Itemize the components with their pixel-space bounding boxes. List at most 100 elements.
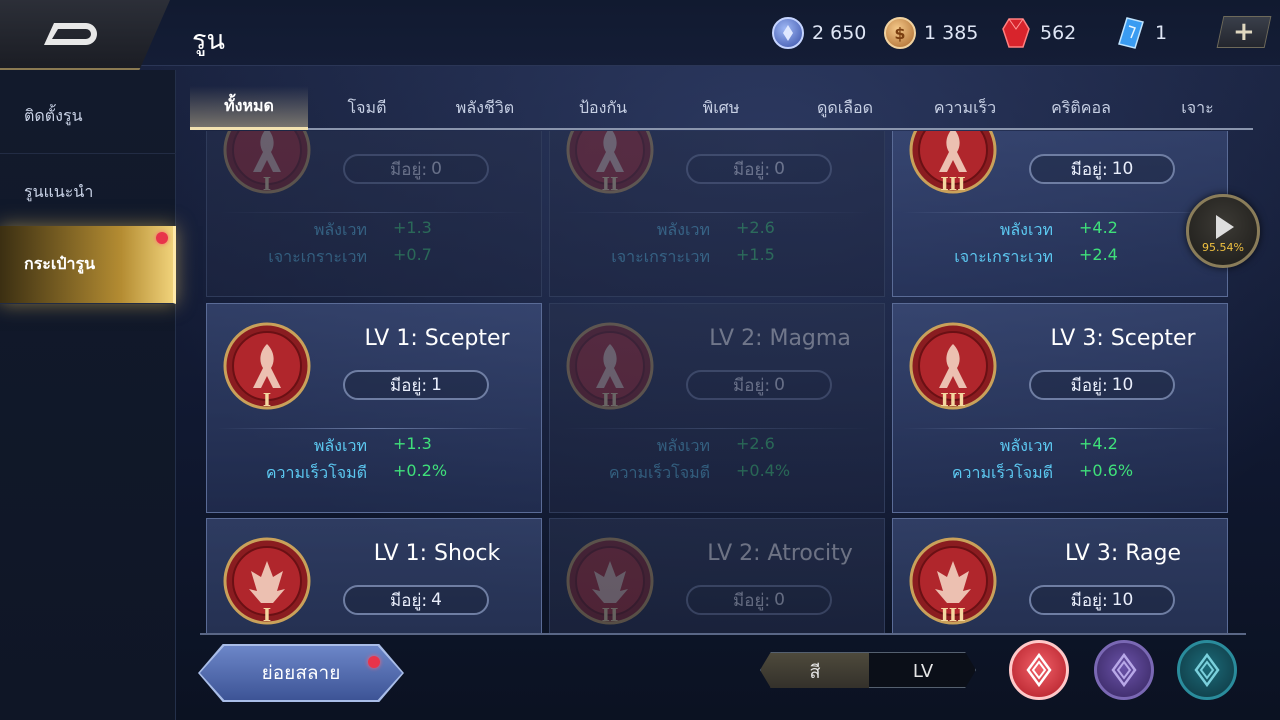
owned-count-pill: มีอยู่: 0 [686,370,832,400]
tab-all[interactable]: ทั้งหมด [190,86,308,130]
stat-label: ความเร็วโจมตี [608,463,710,482]
tab-special[interactable]: พิเศษ [662,86,780,130]
rune-grid[interactable]: I มีอยู่: 0 พลังเวท +1.3 เจาะเกราะเวท +0.7 II มี… [200,131,1240,633]
rune-card[interactable]: III LV 3: Rage มีอยู่: 10 [892,518,1228,633]
stat-row: พลังเวท +1.3 [207,218,543,242]
tab-defense[interactable]: ป้องกัน [544,86,662,130]
tab-hp[interactable]: พลังชีวิต [426,86,544,130]
rune-tier-numeral: II [602,390,619,410]
owned-label: มีอยู่: [1070,375,1108,396]
stat-value: +1.3 [393,434,432,453]
owned-count: 4 [431,590,442,610]
rune-diamond-icon [1026,652,1052,688]
stat-label: เจาะเกราะเวท [268,247,367,266]
crystal-currency: 1 [1115,15,1167,51]
rune-card[interactable]: III LV 3: Scepter มีอยู่: 10 พลังเวท +4.2 ความ… [892,303,1228,513]
stat-value: +2.4 [1079,245,1118,264]
red-rune-filter-button[interactable] [1009,640,1069,700]
stat-row: พลังเวท +2.6 [550,434,886,458]
sort-option-label: LV [912,660,934,682]
tab-critical[interactable]: คริติคอล [1020,86,1142,130]
tab-label: พลังชีวิต [455,97,515,117]
tab-label: ทั้งหมด [224,96,274,115]
rune-name: LV 3: Scepter [1050,326,1196,351]
rune-card[interactable]: I LV 1: Scepter มีอยู่: 1 พลังเวท +1.3 ความเร็… [206,303,542,513]
rune-card[interactable]: III มีอยู่: 10 พลังเวท +4.2 เจาะเกราะเวท +2.4 [892,131,1228,297]
stat-label: พลังเวท [999,220,1053,239]
purple-rune-filter-button[interactable] [1094,640,1154,700]
stat-row: ความเร็วโจมตี +0.4% [550,461,886,485]
tab-penetration[interactable]: เจาะ [1142,86,1253,130]
page-title: รูน [192,25,225,56]
stat-label: พลังเวท [999,436,1053,455]
rune-tier-numeral: III [940,174,965,194]
tab-label: คริติคอล [1051,97,1111,117]
owned-count-pill: มีอยู่: 1 [343,370,489,400]
stat-value: +0.7 [393,245,432,264]
stat-label: พลังเวท [313,220,367,239]
tab-label: ดูดเลือด [816,97,874,117]
tab-label: เจาะ [1181,97,1214,117]
sort-by-color-option[interactable]: สี [761,653,869,688]
rune-card[interactable]: I มีอยู่: 0 พลังเวท +1.3 เจาะเกราะเวท +0.7 [206,131,542,297]
notification-dot [156,232,168,244]
card-divider [560,212,874,213]
rune-name: LV 3: Rage [1064,541,1182,566]
next-page-button[interactable]: 95.54% [1186,194,1260,268]
owned-count-pill: มีอยู่: 4 [343,585,489,615]
dismantle-button[interactable]: ย่อยสลาย [200,646,402,700]
plus-icon: + [1233,17,1255,47]
stat-value: +1.3 [393,218,432,237]
back-button[interactable] [0,0,170,70]
stat-row: ความเร็วโจมตี +0.2% [207,461,543,485]
stat-label: พลังเวท [656,220,710,239]
rune-name: LV 1: Shock [373,541,501,566]
stat-row: เจาะเกราะเวท +1.5 [550,245,886,269]
owned-label: มีอยู่: [390,590,428,611]
stat-row: พลังเวท +4.2 [893,434,1229,458]
rune-diamond-icon [1111,652,1137,688]
owned-label: มีอยู่: [733,375,771,396]
top-bar: รูน 2 650 $ 1 385 562 1 + [0,0,1280,70]
rune-card[interactable]: II LV 2: Atrocity มีอยู่: 0 [549,518,885,633]
sidebar-item-rune-bag[interactable]: กระเป๋ารูน [0,226,176,304]
sidebar-item-install-runes[interactable]: ติดตั้งรูน [0,80,176,154]
owned-label: มีอยู่: [733,159,771,180]
owned-count-pill: มีอยู่: 10 [1029,370,1175,400]
rune-card[interactable]: II มีอยู่: 0 พลังเวท +2.6 เจาะเกราะเวท +1.5 [549,131,885,297]
gold-amount: 1 385 [924,22,979,44]
sort-toggle[interactable]: สี LV [760,652,976,688]
rune-tier-numeral: II [602,174,619,194]
add-currency-button[interactable]: + [1216,16,1272,48]
owned-label: มีอยู่: [390,159,428,180]
owned-label: มีอยู่: [733,590,771,611]
stat-value: +0.4% [736,461,791,480]
stat-value: +4.2 [1079,434,1118,453]
tab-label: พิเศษ [702,97,740,117]
tab-lifesteal[interactable]: ดูดเลือด [780,86,910,130]
gold-coin-icon: $ [884,17,916,49]
sidebar-item-label: กระเป๋ารูน [24,254,96,273]
owned-count-pill: มีอยู่: 10 [1029,154,1175,184]
stat-row: พลังเวท +1.3 [207,434,543,458]
rune-name: LV 2: Magma [709,326,851,351]
card-divider [560,428,874,429]
crystal-icon [1115,17,1147,49]
rune-card[interactable]: I LV 1: Shock มีอยู่: 4 [206,518,542,633]
teal-rune-filter-button[interactable] [1177,640,1237,700]
owned-label: มีอยู่: [390,375,428,396]
tab-attack[interactable]: โจมตี [308,86,426,130]
owned-count: 0 [431,159,442,179]
category-tabs: ทั้งหมด โจมตี พลังชีวิต ป้องกัน พิเศษ ดู… [190,86,1253,130]
rune-card[interactable]: II LV 2: Magma มีอยู่: 0 พลังเวท +2.6 ความเร็ว… [549,303,885,513]
sort-by-level-option[interactable]: LV [869,653,976,688]
tab-speed[interactable]: ความเร็ว [910,86,1020,130]
stat-value: +0.6% [1079,461,1134,480]
sidebar-item-recommended-runes[interactable]: รูนแนะนำ [0,156,176,230]
back-arrow-icon [44,23,97,45]
owned-count: 10 [1111,375,1134,395]
stat-label: เจาะเกราะเวท [611,247,710,266]
owned-label: มีอยู่: [1070,159,1108,180]
rune-emblem-icon: III [909,537,997,625]
rune-emblem-icon: I [223,131,311,194]
